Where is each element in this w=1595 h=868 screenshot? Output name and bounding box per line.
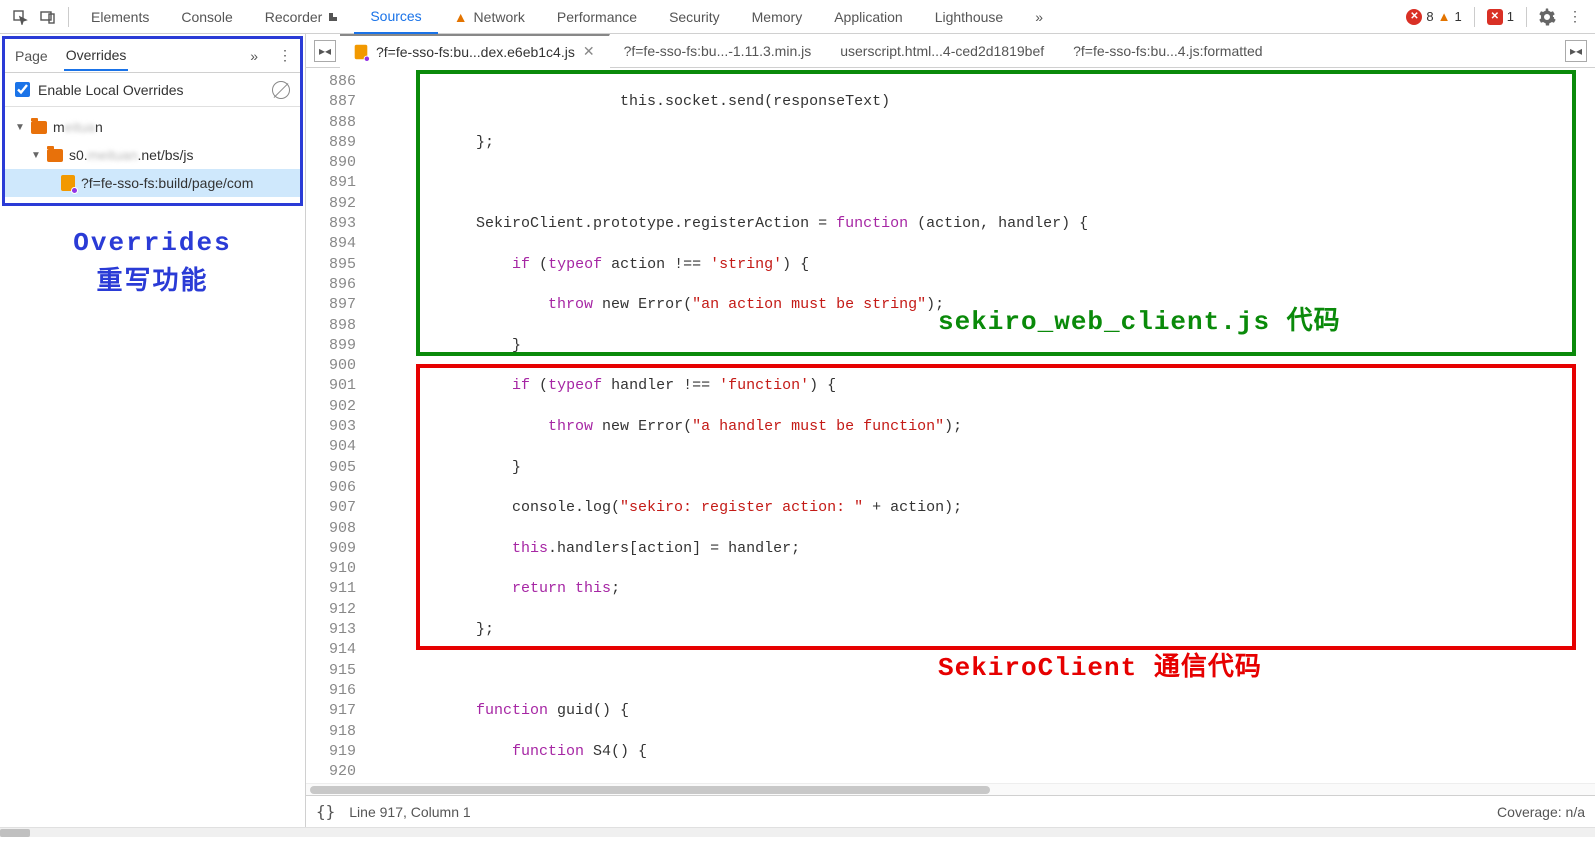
code-editor[interactable]: 8868878888898908918928938948958968978988…: [306, 68, 1595, 783]
inspect-icon[interactable]: [6, 3, 34, 31]
tab-sources[interactable]: Sources: [354, 0, 437, 34]
sidebar-tab-page[interactable]: Page: [13, 42, 50, 70]
editor-status-bar: {} Line 917, Column 1 Coverage: n/a: [306, 795, 1595, 827]
tab-application[interactable]: Application: [818, 0, 919, 34]
editor-panel: ▸◂ ?f=fe-sso-fs:bu...dex.e6eb1c4.js ✕ ?f…: [306, 34, 1595, 827]
tab-lighthouse[interactable]: Lighthouse: [919, 0, 1020, 34]
annotation-green-label: sekiro_web_client.js 代码: [938, 312, 1341, 332]
sidebar-kebab-icon[interactable]: ⋮: [278, 47, 292, 64]
override-dot-icon: [71, 187, 78, 194]
separator: [1474, 7, 1475, 27]
clear-overrides-icon[interactable]: [272, 81, 290, 99]
window-horizontal-scrollbar[interactable]: [0, 827, 1595, 837]
sidebar-tab-overrides[interactable]: Overrides: [64, 41, 129, 71]
toggle-debugger-pane-icon[interactable]: ▸◂: [1565, 40, 1587, 62]
annotation-red-label: SekiroClient 通信代码: [938, 658, 1262, 678]
sidebar: Page Overrides » ⋮ Enable Local Override…: [0, 34, 306, 827]
tabs-overflow[interactable]: »: [1019, 0, 1059, 34]
tab-elements[interactable]: Elements: [75, 0, 165, 34]
tab-network[interactable]: ▲Network: [438, 0, 541, 34]
js-file-icon: [61, 175, 75, 191]
tree-folder-domain[interactable]: ▼ s0.meituan.net/bs/js: [5, 141, 300, 169]
enable-overrides-row: Enable Local Overrides: [5, 73, 300, 107]
js-file-icon: [355, 44, 368, 58]
sidebar-tabs-overflow[interactable]: »: [250, 48, 258, 64]
file-tab-3[interactable]: ?f=fe-sso-fs:bu...4.js:formatted: [1059, 34, 1277, 68]
tree-file-override[interactable]: ?f=fe-sso-fs:build/page/com: [5, 169, 300, 197]
folder-icon: [31, 121, 47, 134]
tab-security[interactable]: Security: [653, 0, 736, 34]
nav-files-toggle-icon[interactable]: ▸◂: [314, 40, 336, 62]
main-split: Page Overrides » ⋮ Enable Local Override…: [0, 34, 1595, 827]
line-gutter: 8868878888898908918928938948958968978988…: [306, 68, 368, 783]
issues-badge[interactable]: ✕1: [1481, 9, 1520, 25]
tab-performance[interactable]: Performance: [541, 0, 653, 34]
file-tab-0[interactable]: ?f=fe-sso-fs:bu...dex.e6eb1c4.js ✕: [340, 34, 610, 68]
tree-folder-root[interactable]: ▼ meituan: [5, 113, 300, 141]
override-dot-icon: [364, 55, 370, 61]
cursor-position: Line 917, Column 1: [349, 804, 470, 820]
devtools-top-tabs: Elements Console Recorder Sources ▲Netwo…: [0, 0, 1595, 34]
overrides-highlight-box: Page Overrides » ⋮ Enable Local Override…: [2, 36, 303, 206]
error-badge[interactable]: ✕8 ▲1: [1400, 9, 1467, 25]
tab-console[interactable]: Console: [165, 0, 248, 34]
annotation-overrides-label: Overrides 重写功能: [0, 224, 305, 302]
settings-icon[interactable]: [1533, 3, 1561, 31]
pretty-print-icon[interactable]: {}: [316, 802, 335, 821]
sidebar-tabs: Page Overrides » ⋮: [5, 39, 300, 73]
kebab-menu-icon[interactable]: ⋮: [1561, 3, 1589, 31]
coverage-status: Coverage: n/a: [1497, 804, 1585, 820]
separator: [1526, 7, 1527, 27]
editor-file-tabs: ▸◂ ?f=fe-sso-fs:bu...dex.e6eb1c4.js ✕ ?f…: [306, 34, 1595, 68]
tab-recorder[interactable]: Recorder: [249, 0, 355, 34]
folder-icon: [47, 149, 63, 162]
enable-overrides-checkbox[interactable]: [15, 82, 30, 97]
file-tab-1[interactable]: ?f=fe-sso-fs:bu...-1.11.3.min.js: [610, 34, 827, 68]
code-content[interactable]: this.socket.send(responseText) }; Sekiro…: [368, 68, 1595, 783]
tab-memory[interactable]: Memory: [736, 0, 819, 34]
device-toggle-icon[interactable]: [34, 3, 62, 31]
separator: [68, 7, 69, 27]
editor-horizontal-scrollbar[interactable]: [306, 783, 1595, 795]
close-tab-icon[interactable]: ✕: [583, 43, 595, 60]
enable-overrides-label: Enable Local Overrides: [38, 82, 184, 98]
overrides-tree: ▼ meituan ▼ s0.meituan.net/bs/js ?f=fe-s…: [5, 107, 300, 203]
file-tab-2[interactable]: userscript.html...4-ced2d1819bef: [826, 34, 1059, 68]
